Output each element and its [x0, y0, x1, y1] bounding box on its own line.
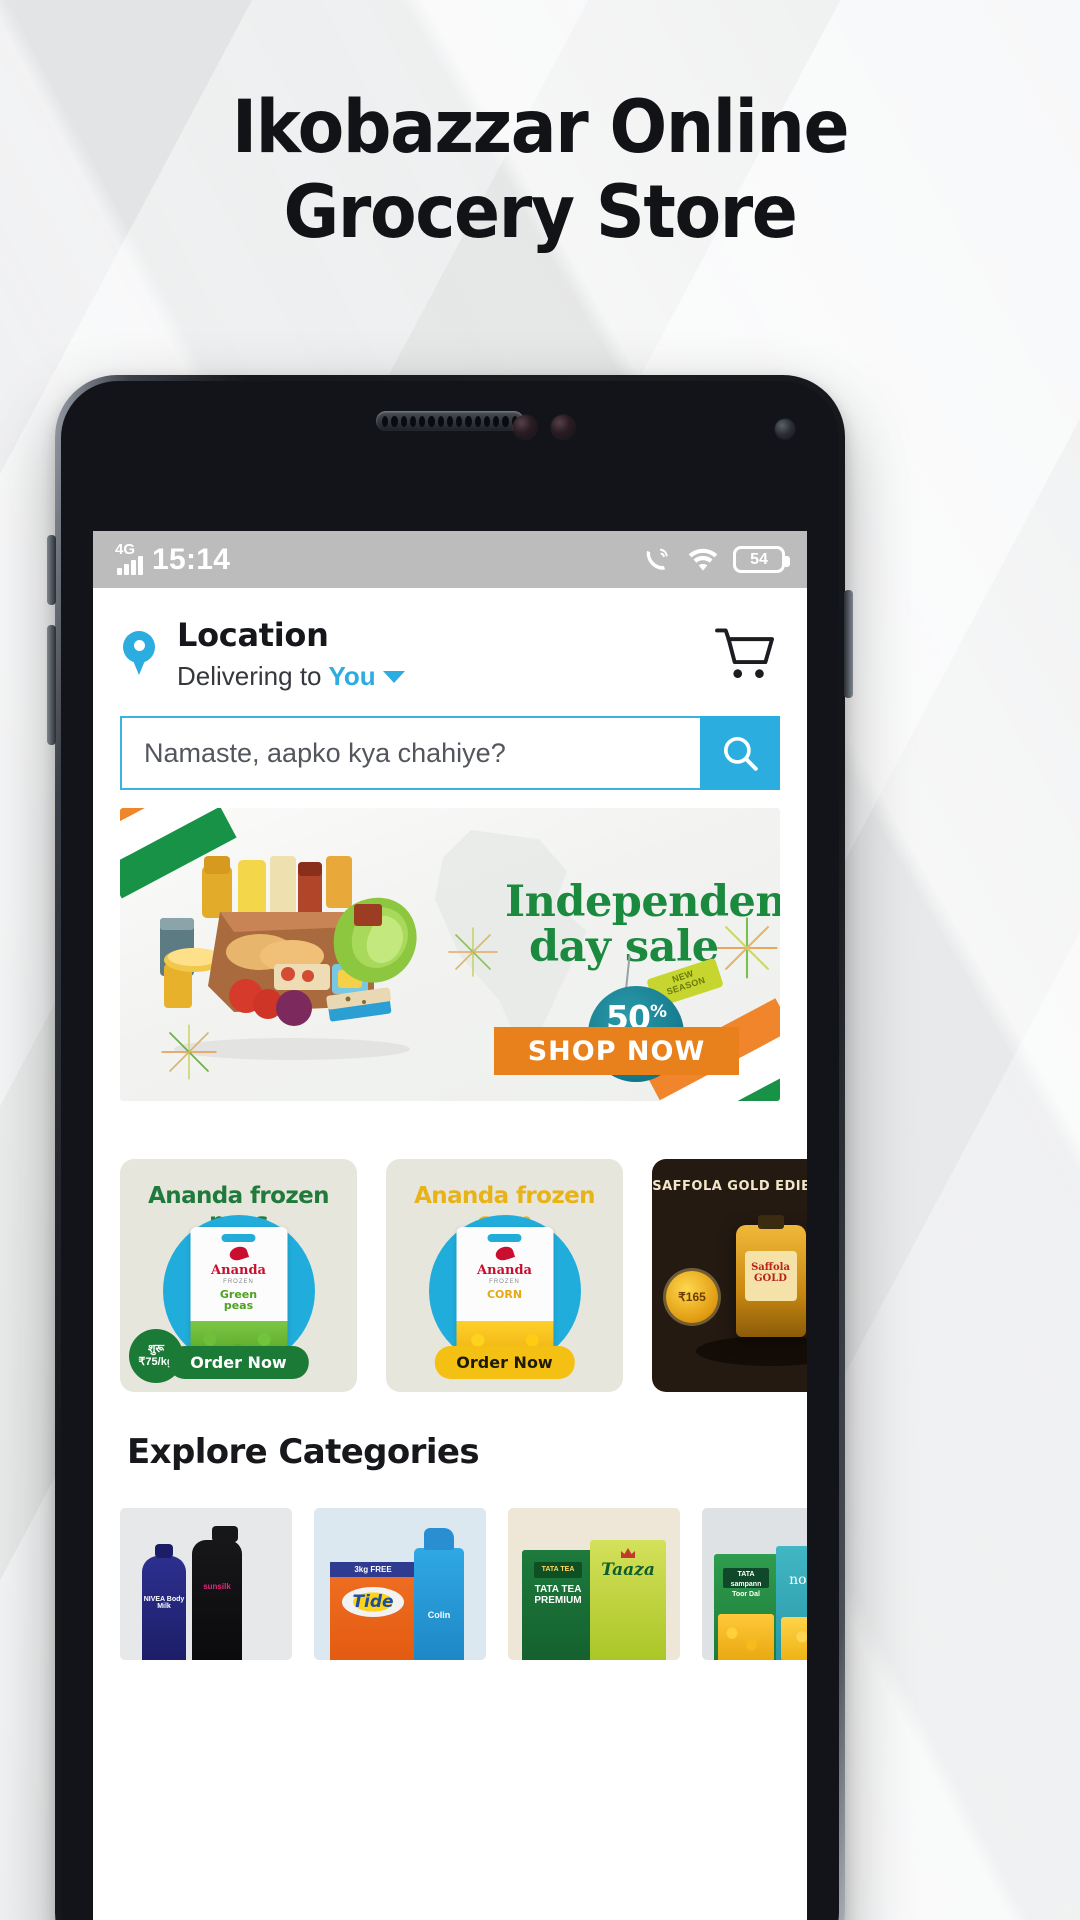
category-product-tide: 3kg FREE Tide — [330, 1562, 416, 1660]
product-title: SAFFOLA GOLD EDIBLE POUCH — [652, 1179, 807, 1194]
product-card-frozen-peas[interactable]: Ananda frozen peas Ananda FROZEN Green p… — [120, 1159, 357, 1392]
delivering-prefix: Delivering to — [177, 661, 322, 691]
grocery-basket-image — [142, 856, 432, 1061]
product-pedestal — [695, 1336, 807, 1366]
front-camera-icon — [513, 415, 537, 439]
location-texts: Location Delivering to You — [177, 616, 405, 692]
wifi-calling-icon — [646, 548, 668, 570]
location-title: Location — [177, 616, 329, 654]
shopping-cart-icon — [715, 628, 775, 678]
product-card-saffola-gold[interactable]: SAFFOLA GOLD EDIBLE POUCH Saffola GOLD ₹… — [652, 1159, 807, 1392]
search-icon — [723, 736, 758, 771]
product-carousel[interactable]: Ananda frozen peas Ananda FROZEN Green p… — [93, 1101, 807, 1392]
category-card-pulses-grains[interactable]: TATA sampann Toor Dal nourish — [702, 1508, 807, 1660]
front-sensor-icon — [551, 415, 575, 439]
search-input[interactable] — [120, 716, 700, 790]
category-card-tea-beverages[interactable]: TATA TEA TATA TEA PREMIUM Taaza — [508, 1508, 680, 1660]
product-brand: Saffola GOLD — [744, 1251, 797, 1301]
product-brand: Ananda — [211, 1263, 266, 1278]
battery-icon: 54 — [733, 546, 790, 573]
status-bar: 4G 15:14 54 — [93, 531, 807, 588]
product-brand-sub: FROZEN — [489, 1279, 520, 1285]
signal-strength-icon: 4G — [115, 542, 143, 575]
product-pack-name: CORN — [486, 1288, 523, 1301]
order-now-button[interactable]: Order Now — [168, 1346, 309, 1379]
search-bar — [93, 716, 807, 790]
headline-line-2: Grocery Store — [283, 169, 798, 255]
category-badge: 3kg FREE — [330, 1562, 416, 1577]
cart-button[interactable] — [715, 626, 777, 682]
category-product-tata-tea: TATA TEA TATA TEA PREMIUM — [522, 1550, 594, 1660]
earpiece-speaker-icon — [376, 411, 524, 431]
product-card-frozen-corn[interactable]: Ananda frozen corn Ananda FROZEN CORN Or… — [386, 1159, 623, 1392]
category-product-taaza: Taaza — [590, 1540, 666, 1660]
category-product-tata-sampann: TATA sampann Toor Dal — [714, 1554, 778, 1660]
delivering-target: You — [328, 661, 376, 691]
category-product-sunsilk: sunsilk — [192, 1526, 242, 1660]
chevron-down-icon[interactable] — [382, 670, 405, 683]
phone-power-button — [844, 590, 853, 698]
category-card-personal-care[interactable]: NIVEA Body Milk sunsilk — [120, 1508, 292, 1660]
status-bar-left: 4G 15:14 — [115, 542, 231, 576]
banner-title: Independence day sale — [505, 877, 780, 973]
battery-level-label: 54 — [750, 550, 768, 568]
phone-volume-down-button — [47, 625, 56, 745]
category-product-nivea: NIVEA Body Milk — [142, 1544, 186, 1660]
product-brand: Ananda — [477, 1263, 532, 1278]
explore-categories-title: Explore Categories — [127, 1432, 480, 1472]
phone-screen: 4G 15:14 54 Location Delivering to You N… — [93, 531, 807, 1920]
network-type-label: 4G — [115, 540, 136, 558]
shop-now-button[interactable]: SHOP NOW — [494, 1027, 739, 1075]
search-button[interactable] — [700, 716, 780, 790]
status-bar-right: 54 — [643, 546, 790, 574]
product-pack-name: Green peas — [219, 1288, 258, 1312]
category-card-household-cleaning[interactable]: 3kg FREE Tide Colin — [314, 1508, 486, 1660]
banner-title-line-1: Independence — [505, 877, 780, 927]
page-title: Ikobazzar Online Grocery Store — [38, 85, 1042, 255]
wifi-icon — [688, 548, 718, 571]
promo-banner[interactable]: Independence day sale NEW SEASON 50% OFF… — [120, 808, 780, 1101]
product-brand-sub: FROZEN — [223, 1279, 254, 1285]
product-package-image: Saffola GOLD — [735, 1215, 806, 1337]
category-carousel[interactable]: NIVEA Body Milk sunsilk 3kg FREE Tide Co… — [93, 1472, 807, 1660]
proximity-sensor-icon — [775, 419, 795, 439]
status-bar-clock: 15:14 — [152, 542, 231, 576]
category-product-nourish: nourish — [776, 1546, 807, 1660]
location-selector[interactable]: Location Delivering to You — [123, 616, 405, 692]
product-price-badge: ₹165 — [666, 1271, 718, 1323]
location-pin-icon — [123, 631, 155, 677]
delivering-to-row: Delivering to You — [177, 661, 405, 692]
phone-mockup: 4G 15:14 54 Location Delivering to You N… — [47, 375, 853, 1920]
order-now-button[interactable]: Order Now — [434, 1346, 575, 1379]
category-product-colin: Colin — [414, 1528, 464, 1660]
app-header: Location Delivering to You — [93, 588, 807, 702]
headline-line-1: Ikobazzar Online — [231, 85, 850, 170]
phone-body: 4G 15:14 54 Location Delivering to You N… — [61, 381, 839, 1920]
banner-title-line-2: day sale — [529, 922, 719, 973]
phone-volume-up-button — [47, 535, 56, 605]
